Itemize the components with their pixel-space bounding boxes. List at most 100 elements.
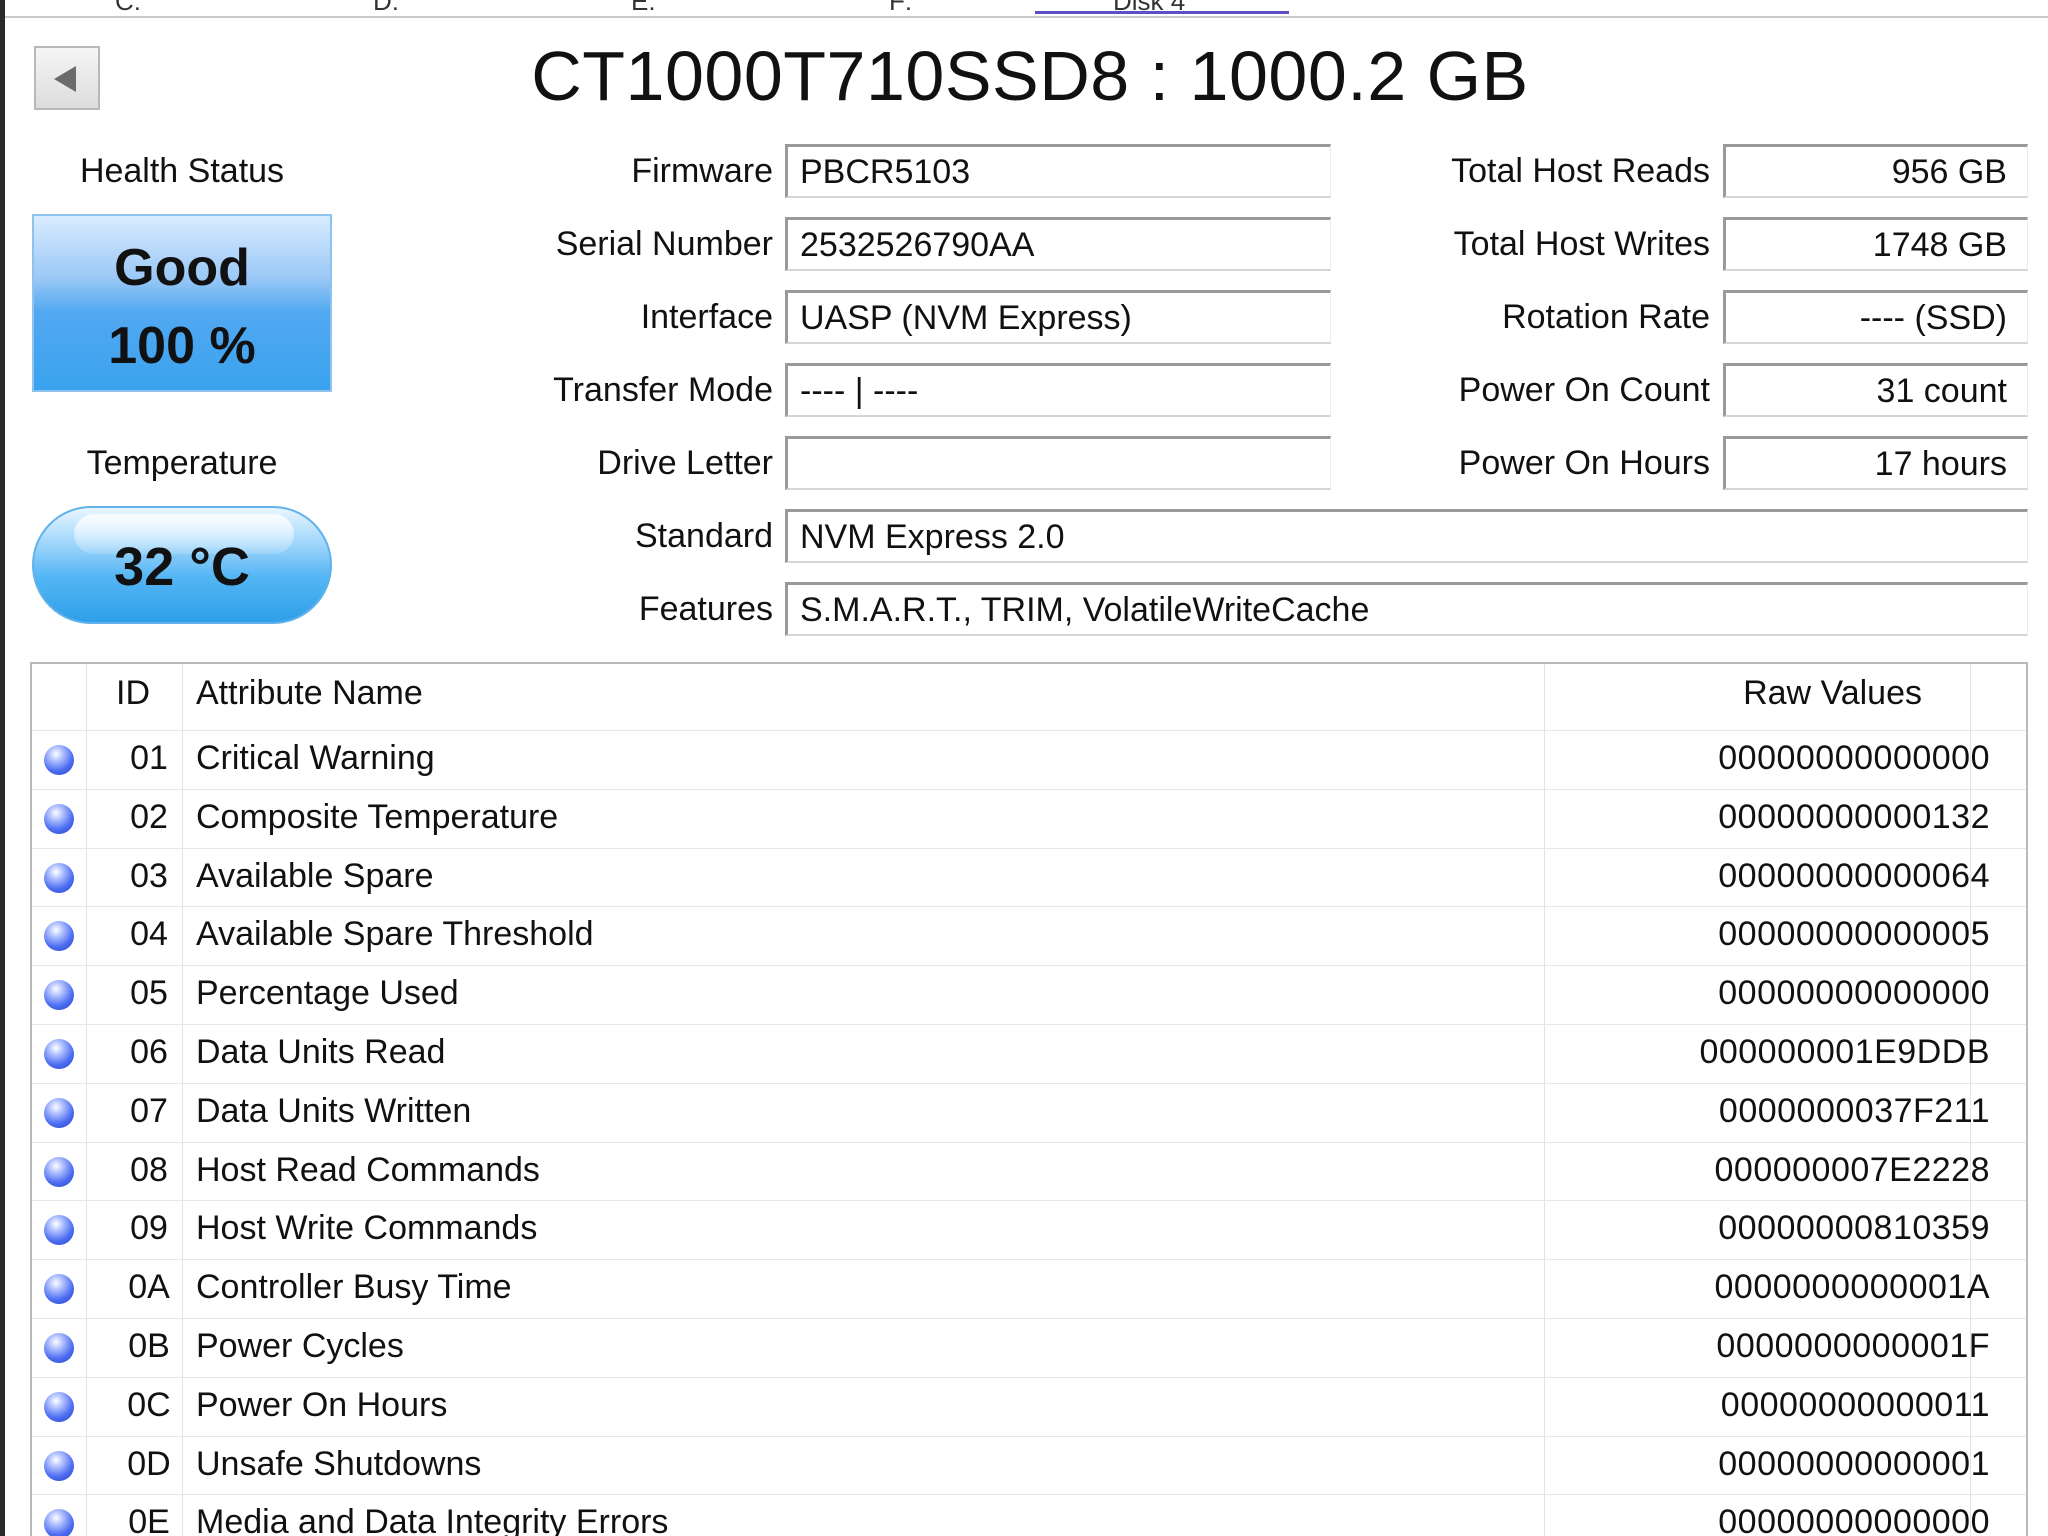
attribute-raw-value: 000000007E2228 — [1714, 1150, 1990, 1189]
serial-number-field: 2532526790AA — [785, 217, 1331, 271]
power-on-count-label: Power On Count — [1458, 371, 1710, 409]
table-row[interactable]: 07 Data Units Written 0000000037F211 — [32, 1082, 2026, 1142]
health-status-text: Good — [114, 239, 250, 297]
total-host-reads-field: 956 GB — [1723, 144, 2028, 198]
table-row[interactable]: 0C Power On Hours 00000000000011 — [32, 1376, 2026, 1436]
attribute-id: 03 — [130, 856, 168, 895]
status-dot-icon — [44, 980, 74, 1011]
attribute-id: 0C — [127, 1385, 171, 1424]
health-status-badge[interactable]: Good 100 % — [32, 214, 332, 392]
attribute-id: 09 — [130, 1209, 168, 1248]
status-dot-icon — [44, 803, 74, 834]
header-attribute-name[interactable]: Attribute Name — [196, 674, 423, 713]
attribute-id: 08 — [130, 1150, 168, 1189]
tab-disk-4[interactable]: Disk 4 — [1113, 0, 1185, 17]
power-on-hours-field: 17 hours — [1723, 436, 2028, 490]
attribute-name: Host Read Commands — [196, 1150, 540, 1189]
attribute-raw-value: 000000001E9DDB — [1699, 1033, 1990, 1071]
standard-label: Standard — [635, 517, 773, 555]
attribute-id: 0A — [128, 1268, 170, 1307]
table-row[interactable]: 06 Data Units Read 000000001E9DDB — [32, 1024, 2026, 1083]
rotation-rate-label: Rotation Rate — [1502, 298, 1710, 336]
status-dot-icon — [44, 921, 74, 952]
tab-drive-f[interactable]: F: — [889, 0, 912, 17]
attribute-name: Power Cycles — [196, 1327, 404, 1365]
temperature-badge[interactable]: 32 °C — [32, 506, 332, 624]
drive-title: CT1000T710SSD8 : 1000.2 GB — [531, 37, 1529, 115]
status-dot-icon — [44, 1039, 74, 1069]
attribute-raw-value: 00000000000000 — [1718, 739, 1990, 777]
status-dot-icon — [44, 1450, 74, 1481]
attribute-id: 0B — [128, 1327, 170, 1365]
attribute-raw-value: 00000000000011 — [1720, 1385, 1990, 1424]
attribute-id: 01 — [130, 739, 168, 777]
table-row[interactable]: 0E Media and Data Integrity Errors 0000000… — [32, 1494, 2026, 1536]
rotation-rate-field: ---- (SSD) — [1723, 290, 2028, 344]
drive-tab-strip: C: D: E: F: Disk 4 — [5, 0, 2048, 18]
table-row[interactable]: 09 Host Write Commands 00000000810359 — [32, 1200, 2026, 1259]
active-tab-indicator — [1035, 11, 1289, 14]
total-host-writes-field: 1748 GB — [1723, 217, 2028, 271]
table-row[interactable]: 01 Critical Warning 00000000000000 — [32, 730, 2026, 789]
firmware-label: Firmware — [631, 152, 773, 190]
firmware-field: PBCR5103 — [785, 144, 1331, 198]
transfer-mode-label: Transfer Mode — [553, 371, 773, 409]
attribute-id: 0D — [127, 1444, 171, 1483]
tab-drive-c[interactable]: C: — [115, 0, 141, 17]
features-label: Features — [638, 590, 773, 628]
total-host-reads-label: Total Host Reads — [1451, 152, 1710, 190]
header-raw-values[interactable]: Raw Values — [1743, 674, 1922, 713]
attribute-raw-value: 0000000000001F — [1716, 1327, 1990, 1365]
attribute-name: Data Units Written — [196, 1091, 472, 1130]
attribute-raw-value: 00000000000064 — [1718, 856, 1990, 895]
table-row[interactable]: 0D Unsafe Shutdowns 00000000000001 — [32, 1435, 2026, 1495]
attribute-name: Data Units Read — [196, 1033, 446, 1071]
table-row[interactable]: 0B Power Cycles 0000000000001F — [32, 1318, 2026, 1377]
status-dot-icon — [44, 1333, 74, 1363]
attribute-raw-value: 00000000000001 — [1718, 1444, 1990, 1483]
previous-drive-button[interactable] — [34, 46, 100, 110]
attribute-name: Available Spare — [196, 856, 434, 895]
status-dot-icon — [44, 745, 74, 775]
attribute-name: Percentage Used — [196, 974, 459, 1013]
table-row[interactable]: 05 Percentage Used 00000000000000 — [32, 965, 2026, 1024]
attribute-id: 04 — [130, 915, 168, 954]
drive-letter-label: Drive Letter — [597, 444, 773, 482]
header-id[interactable]: ID — [116, 674, 150, 713]
attribute-id: 06 — [130, 1033, 168, 1071]
attribute-name: Host Write Commands — [196, 1209, 538, 1248]
attribute-raw-value: 0000000037F211 — [1718, 1091, 1990, 1130]
table-row[interactable]: 04 Available Spare Threshold 0000000000000… — [32, 906, 2026, 965]
status-dot-icon — [44, 1215, 74, 1246]
tab-drive-d[interactable]: D: — [373, 0, 399, 17]
attribute-name: Media and Data Integrity Errors — [196, 1503, 669, 1536]
status-dot-icon — [44, 1097, 74, 1128]
table-row[interactable]: 03 Available Spare 00000000000064 — [32, 847, 2026, 907]
status-dot-icon — [44, 862, 74, 893]
attribute-id: 07 — [130, 1091, 168, 1130]
attribute-raw-value: 00000000000000 — [1718, 974, 1990, 1013]
attribute-raw-value: 00000000000005 — [1718, 915, 1990, 954]
drive-letter-field — [785, 436, 1331, 490]
serial-number-label: Serial Number — [555, 225, 773, 263]
total-host-writes-label: Total Host Writes — [1453, 225, 1710, 263]
temperature-label: Temperature — [86, 444, 278, 482]
health-status-label: Health Status — [79, 152, 285, 190]
attribute-raw-value: 00000000000000 — [1718, 1503, 1990, 1536]
attribute-name: Critical Warning — [196, 739, 435, 777]
table-row[interactable]: 08 Host Read Commands 000000007E2228 — [32, 1141, 2026, 1201]
tab-drive-e[interactable]: E: — [631, 0, 656, 17]
power-on-count-field: 31 count — [1723, 363, 2028, 417]
attribute-name: Controller Busy Time — [196, 1268, 512, 1307]
attribute-id: 0E — [128, 1503, 170, 1536]
attribute-raw-value: 00000000810359 — [1718, 1209, 1990, 1248]
table-row[interactable]: 02 Composite Temperature 00000000000132 — [32, 788, 2026, 848]
window-edge — [0, 0, 5, 1536]
temperature-value: 32 °C — [114, 537, 250, 597]
attribute-name: Available Spare Threshold — [196, 915, 594, 954]
attribute-raw-value: 0000000000001A — [1714, 1268, 1990, 1307]
status-dot-icon — [44, 1391, 74, 1422]
smart-attribute-table[interactable]: ID Attribute Name Raw Values 01 Critical … — [30, 662, 2028, 1536]
attribute-name: Unsafe Shutdowns — [196, 1444, 482, 1483]
table-row[interactable]: 0A Controller Busy Time 0000000000001A — [32, 1259, 2026, 1318]
